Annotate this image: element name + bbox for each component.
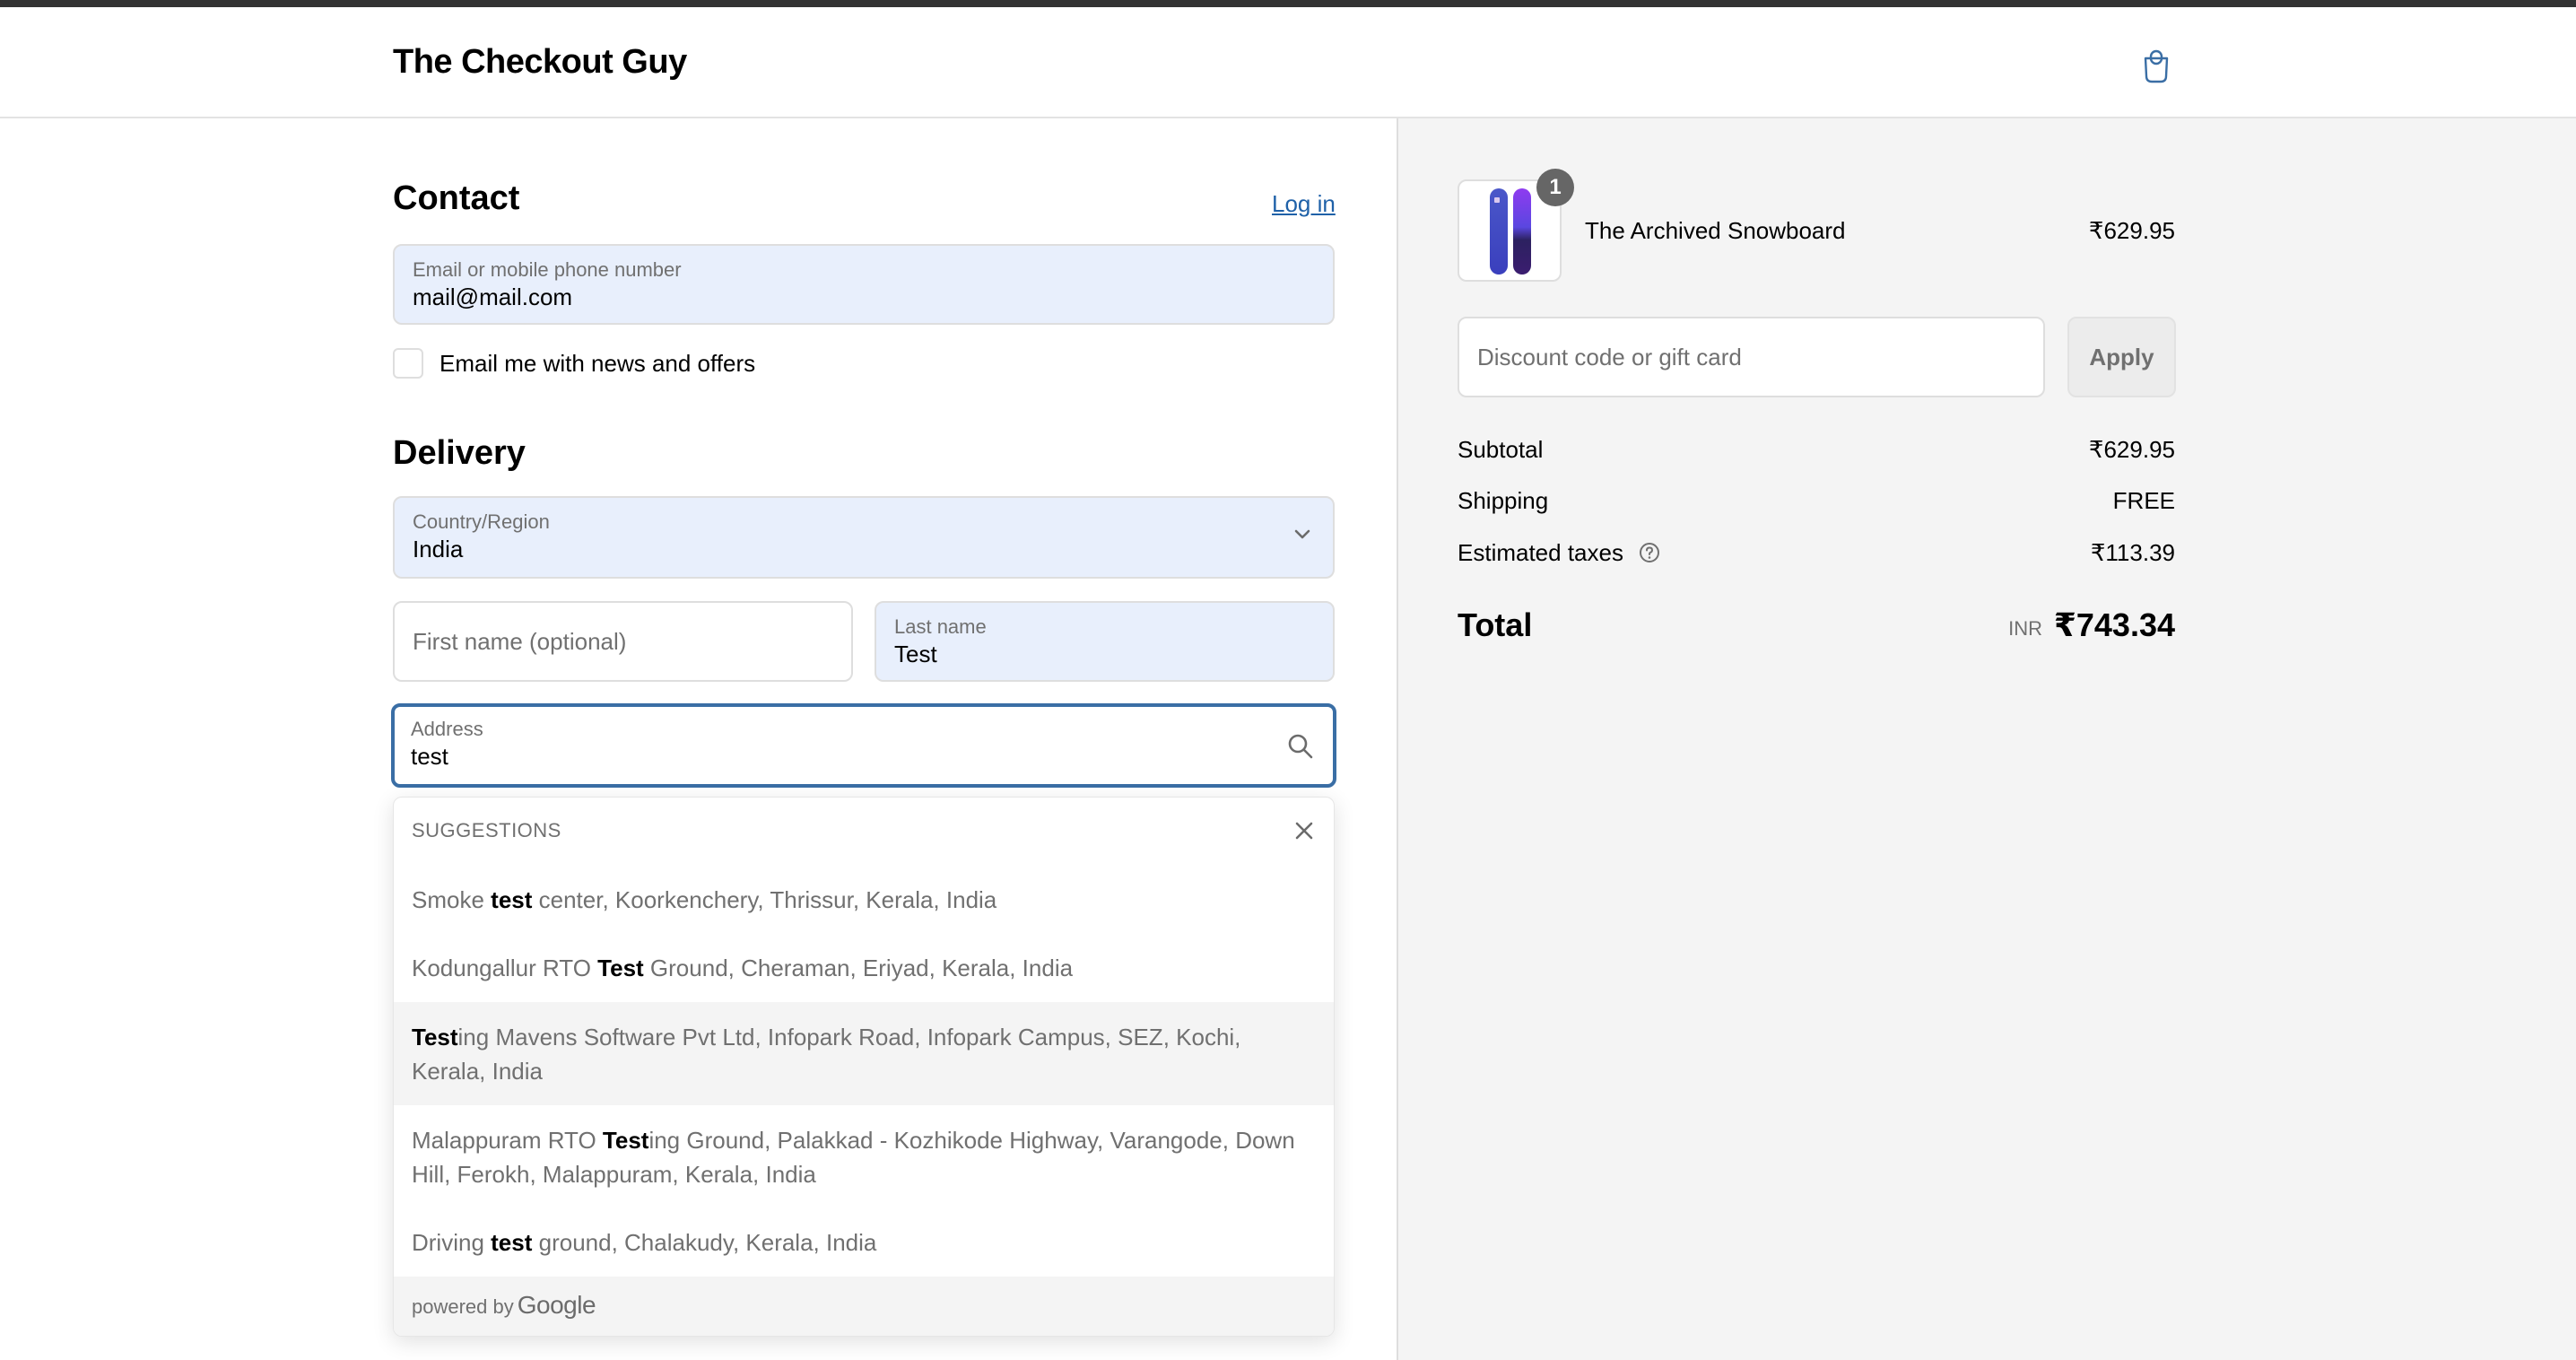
estimated-taxes-label: Estimated taxes	[1458, 539, 1623, 566]
newsletter-checkbox-label[interactable]: Email me with news and offers	[439, 350, 755, 378]
country-select-label: Country/Region	[413, 510, 550, 533]
shopping-bag-icon	[2144, 49, 2169, 83]
subtotal-label: Subtotal	[1458, 436, 1544, 463]
email-field-label: Email or mobile phone number	[413, 258, 682, 281]
suggestion-item[interactable]: Smoke test center, Koorkenchery, Thrissu…	[394, 866, 1334, 934]
suggestion-text: Malappuram RTO	[412, 1126, 603, 1154]
help-circle-icon[interactable]	[1639, 542, 1660, 563]
last-name-label: Last name	[894, 615, 987, 638]
discount-code-input[interactable]: Discount code or gift card	[1458, 317, 2045, 397]
total-label: Total	[1458, 606, 1533, 643]
suggestions-header: SUGGESTIONS	[394, 798, 1334, 866]
brand-logo[interactable]: The Checkout Guy	[393, 43, 687, 82]
contact-heading: Contact	[393, 179, 520, 217]
suggestion-text: Ground, Cheraman, Eriyad, Kerala, India	[643, 955, 1074, 981]
last-name-value: Test	[894, 641, 937, 667]
suggestion-match: Test	[602, 1126, 649, 1154]
country-select[interactable]: Country/Region India	[393, 496, 1335, 579]
shipping-label: Shipping	[1458, 487, 1549, 514]
subtotal-value: ₹629.95	[2088, 436, 2175, 463]
suggestion-item[interactable]: Testing Mavens Software Pvt Ltd, Infopar…	[394, 1002, 1334, 1105]
cart-button[interactable]	[2138, 47, 2174, 86]
suggestion-item[interactable]: Malappuram RTO Testing Ground, Palakkad …	[394, 1105, 1334, 1208]
chevron-down-icon	[1294, 529, 1310, 539]
suggestion-item[interactable]: Kodungallur RTO Test Ground, Cheraman, E…	[394, 934, 1334, 1002]
suggestions-title: SUGGESTIONS	[412, 819, 561, 841]
apply-discount-button[interactable]: Apply	[2067, 317, 2176, 397]
first-name-field[interactable]: First name (optional)	[393, 601, 853, 682]
email-field[interactable]: Email or mobile phone number mail@mail.c…	[393, 244, 1335, 325]
discount-code-placeholder: Discount code or gift card	[1477, 344, 1742, 371]
suggestion-text: ing Mavens Software Pvt Ltd, Infopark Ro…	[412, 1023, 1241, 1085]
total-value: ₹743.34	[2053, 606, 2175, 643]
email-field-value: mail@mail.com	[413, 283, 573, 310]
quantity-badge: 1	[1536, 169, 1574, 206]
close-suggestions-button[interactable]	[1291, 817, 1318, 844]
site-header: The Checkout Guy	[0, 7, 2576, 118]
suggestion-text: Smoke	[412, 886, 492, 913]
address-suggestions-dropdown: SUGGESTIONS Smoke test center, Koorkench…	[393, 797, 1335, 1337]
product-name: The Archived Snowboard	[1585, 217, 1846, 244]
shipping-value: FREE	[2112, 487, 2175, 514]
suggestion-text: center, Koorkenchery, Thrissur, Kerala, …	[532, 886, 997, 913]
close-icon	[1295, 822, 1313, 840]
powered-by-text: powered by	[412, 1295, 514, 1318]
suggestion-text: Kodungallur RTO	[412, 955, 598, 981]
suggestion-match: test	[491, 886, 533, 913]
suggestion-text: ground, Chalakudy, Kerala, India	[532, 1229, 877, 1256]
suggestion-match: test	[491, 1229, 533, 1256]
delivery-heading: Delivery	[393, 434, 526, 472]
browser-top-bar	[0, 0, 2576, 7]
order-summary	[1397, 118, 2576, 1360]
suggestions-footer: powered by Google	[394, 1277, 1334, 1336]
address-value: test	[411, 743, 448, 770]
estimated-taxes-value: ₹113.39	[2090, 539, 2175, 566]
total-currency: INR	[2008, 617, 2042, 640]
suggestion-item[interactable]: Driving test ground, Chalakudy, Kerala, …	[394, 1208, 1334, 1277]
login-link[interactable]: Log in	[1272, 190, 1336, 218]
suggestion-match: Test	[412, 1023, 458, 1051]
address-field[interactable]: Address test	[391, 703, 1336, 788]
address-label: Address	[411, 718, 483, 740]
estimated-taxes-row: Estimated taxes	[1458, 539, 1660, 567]
first-name-placeholder: First name (optional)	[413, 628, 627, 655]
newsletter-checkbox[interactable]	[393, 348, 423, 379]
suggestion-text: Driving	[412, 1229, 492, 1256]
last-name-field[interactable]: Last name Test	[875, 601, 1335, 682]
powered-by-google: powered by Google	[412, 1291, 596, 1320]
suggestion-match: Test	[597, 955, 644, 981]
search-icon	[1288, 734, 1313, 759]
country-select-value: India	[413, 536, 464, 562]
product-price: ₹629.95	[2088, 217, 2175, 244]
google-logo: Google	[517, 1291, 596, 1319]
